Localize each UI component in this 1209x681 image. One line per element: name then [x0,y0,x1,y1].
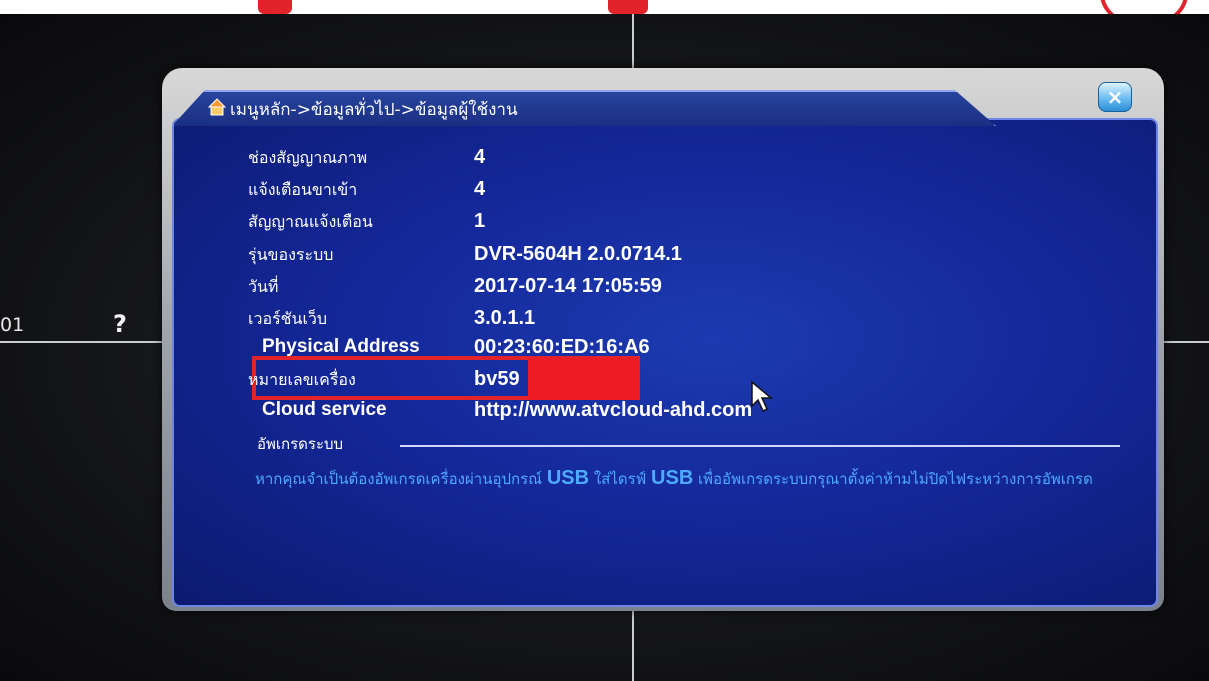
info-row-date: วันที่ 2017-07-14 17:05:59 [0,275,1209,305]
close-icon: × [1106,85,1124,109]
dialog-title: เมนูหลัก->ข้อมูลทั่วไป->ข้อมูลผู้ใช้งาน [230,100,518,120]
info-label: ช่องสัญญาณภาพ [248,148,368,167]
upgrade-message-part: เพื่ออัพเกรดระบบกรุณาตั้งค่าห้ามไม่ปิดไฟ… [693,470,1093,488]
usb-text: USB [546,467,590,489]
info-label: Cloud service [262,399,387,420]
info-label: เวอร์ชันเว็บ [248,309,328,328]
info-value: 3.0.1.1 [474,307,536,329]
info-row-alarm-in: แจ้งเตือนขาเข้า 4 [0,178,1209,208]
info-value: 4 [474,146,486,168]
upgrade-message: หากคุณจำเป็นต้องอัพเกรดเครื่องผ่านอุปกรณ… [255,465,1135,493]
info-row-video-channels: ช่องสัญญาณภาพ 4 [0,146,1209,176]
usb-text: USB [651,467,694,489]
brand-logo-mark [258,0,292,14]
info-row-device-id: หมายเลขเครื่อง bv59 [0,368,1209,398]
brand-logo-ring [1100,0,1188,14]
upgrade-message-part: ใส่ไดรฟ์ [589,470,652,488]
info-row-system-model: รุ่นของระบบ DVR-5604H 2.0.0714.1 [0,243,1209,273]
section-divider [400,445,1120,447]
info-value: 00:23:60:ED:16:A6 [474,336,650,358]
info-row-cloud-service: Cloud service http://www.atvcloud-ahd.co… [0,399,1209,429]
info-label: แจ้งเตือนขาเข้า [248,180,358,199]
top-banner [0,0,1209,14]
info-label: รุ่นของระบบ [248,245,334,264]
info-value: DVR-5604H 2.0.0714.1 [474,243,682,265]
info-value: 4 [474,178,486,200]
info-value: 2017-07-14 17:05:59 [474,275,662,297]
info-label: Physical Address [262,336,420,357]
info-value: http://www.atvcloud-ahd.com [474,399,753,421]
info-label: วันที่ [248,277,279,296]
upgrade-section-title: อัพเกรดระบบ [257,435,344,453]
brand-logo-mark [608,0,648,14]
mouse-pointer-icon [751,380,774,413]
info-label: หมายเลขเครื่อง [248,370,356,389]
home-icon [207,98,227,116]
upgrade-message-part: หากคุณจำเป็นต้องอัพเกรดเครื่องผ่านอุปกรณ… [255,470,547,488]
info-value: 1 [474,210,486,232]
info-row-alarm-out: สัญญาณแจ้งเตือน 1 [0,210,1209,240]
info-label: สัญญาณแจ้งเตือน [248,212,373,231]
info-value: bv59 [474,368,520,390]
info-row-web-version: เวอร์ชันเว็บ 3.0.1.1 [0,307,1209,337]
close-button[interactable]: × [1098,82,1132,112]
